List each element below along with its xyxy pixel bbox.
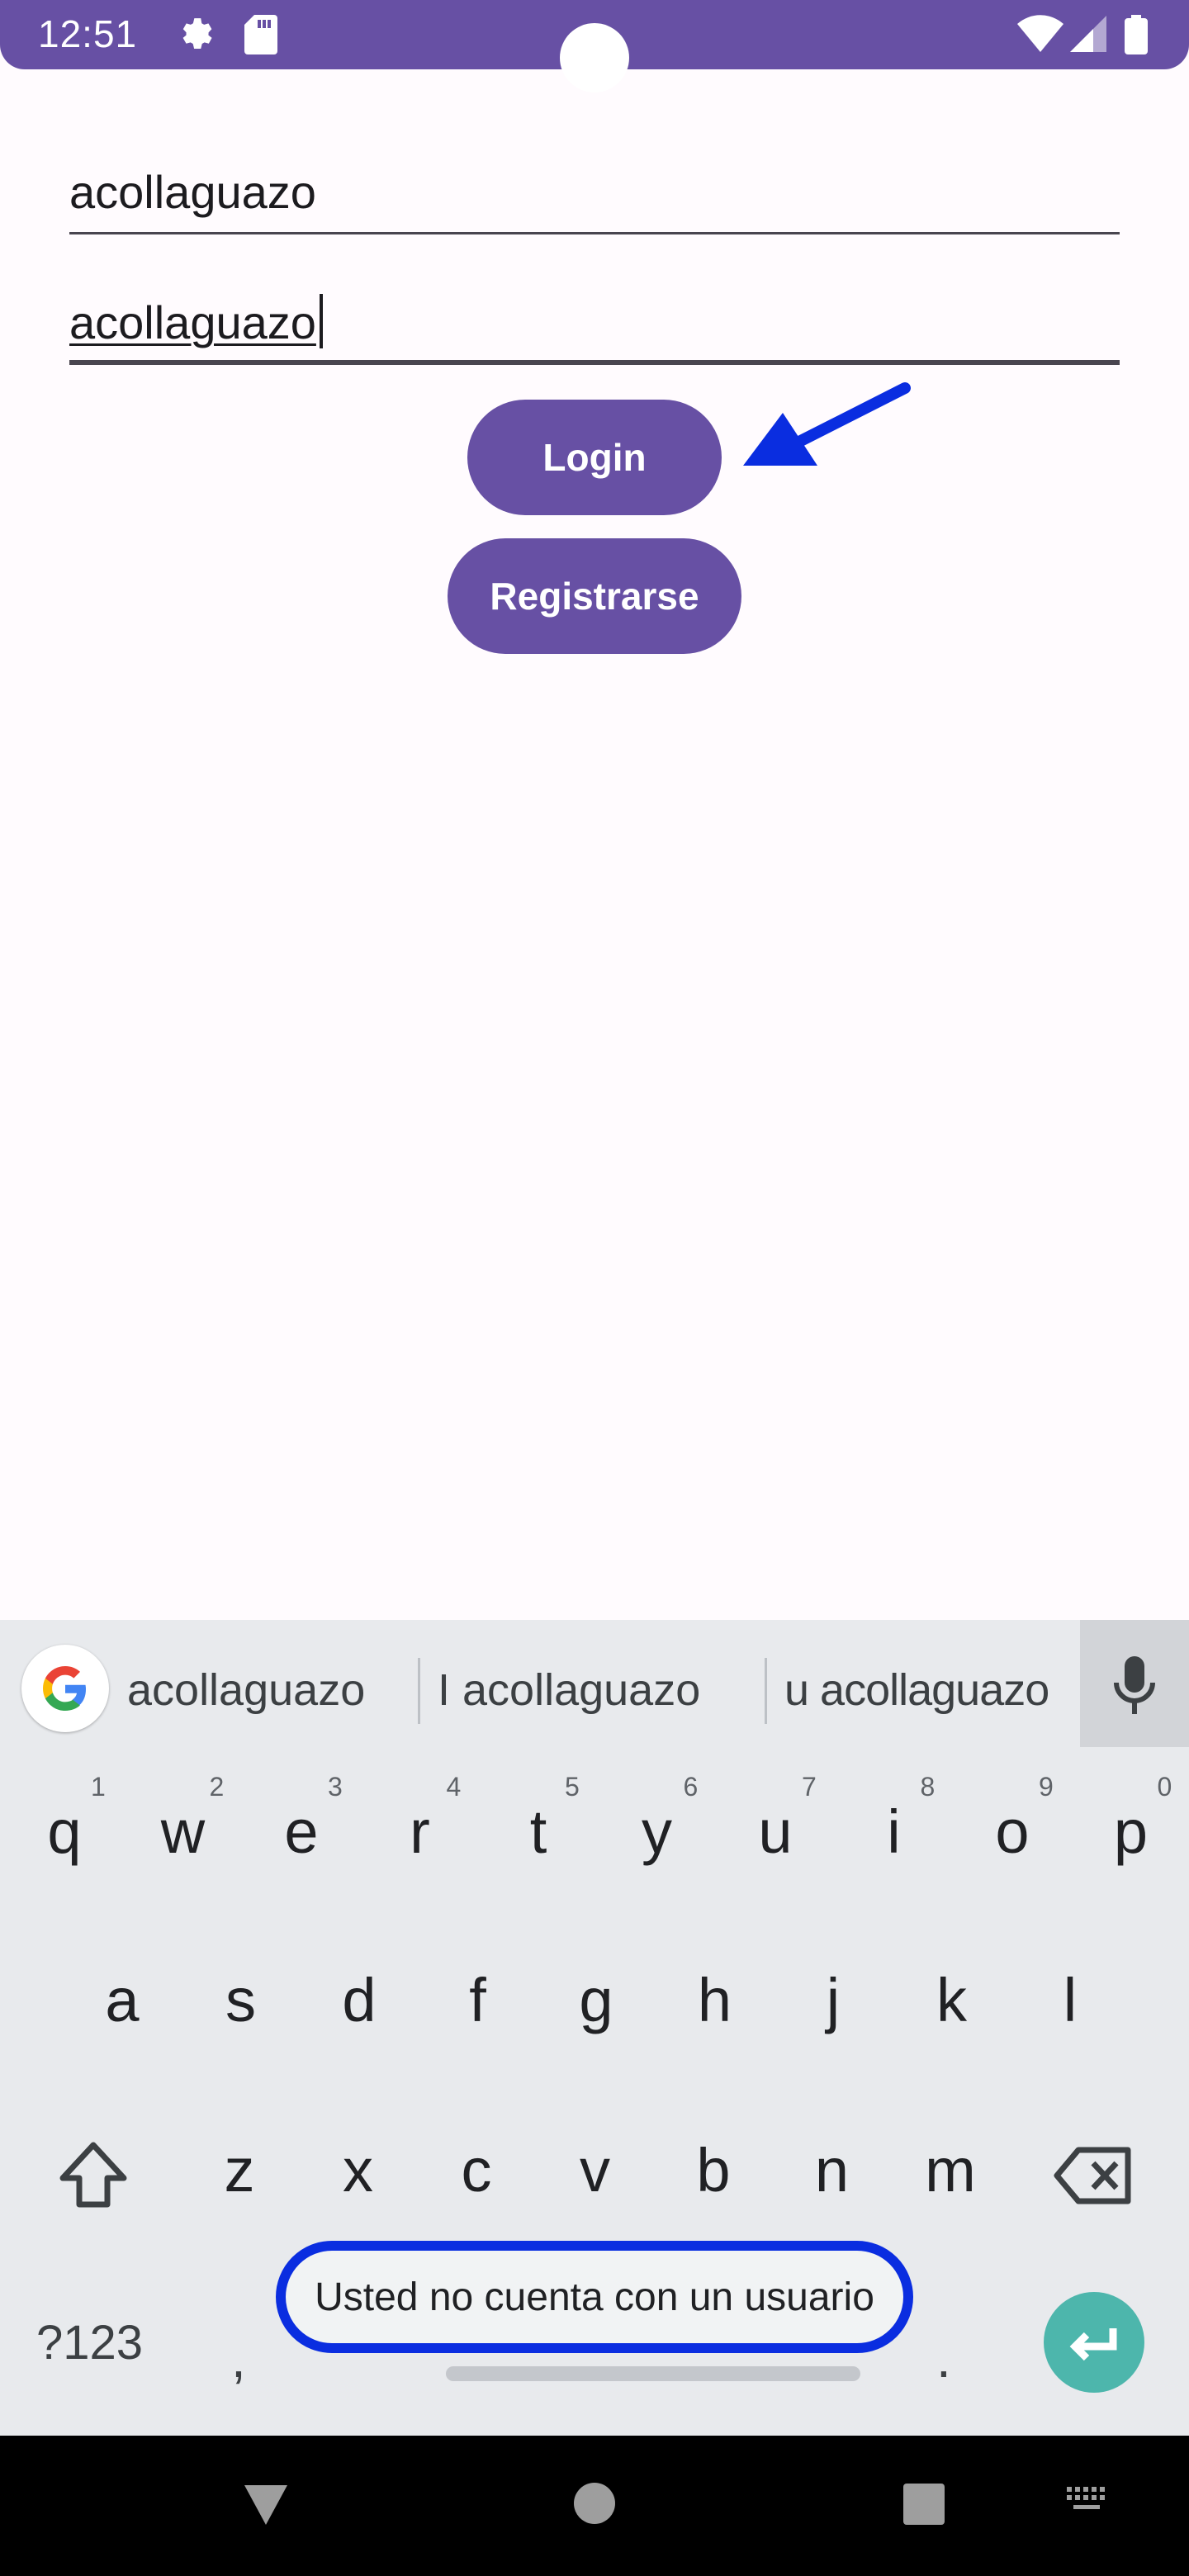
key-hint-e: 3 xyxy=(328,1772,343,1802)
key-l[interactable]: l xyxy=(1021,1965,1120,2035)
battery-icon xyxy=(1125,15,1148,59)
key-v[interactable]: v xyxy=(546,2135,645,2205)
key-m[interactable]: m xyxy=(901,2135,1000,2205)
period-key[interactable]: . xyxy=(936,2328,951,2389)
key-i[interactable]: i xyxy=(845,1797,944,1867)
space-bar[interactable] xyxy=(446,2366,860,2381)
suggestion-1[interactable]: acollaguazo xyxy=(127,1664,365,1716)
key-q[interactable]: q xyxy=(15,1797,114,1867)
key-u[interactable]: u xyxy=(726,1797,825,1867)
key-hint-y: 6 xyxy=(683,1772,699,1802)
register-button[interactable]: Registrarse xyxy=(448,538,741,654)
key-j[interactable]: j xyxy=(784,1965,883,2035)
back-icon[interactable] xyxy=(241,2482,291,2528)
settings-icon xyxy=(175,15,216,60)
key-g[interactable]: g xyxy=(547,1965,646,2035)
key-z[interactable]: z xyxy=(190,2135,289,2205)
key-c[interactable]: c xyxy=(427,2135,526,2205)
username-underline xyxy=(69,232,1120,234)
key-hint-t: 5 xyxy=(565,1772,580,1802)
password-field[interactable]: acollaguazo xyxy=(69,286,1120,365)
key-s[interactable]: s xyxy=(192,1965,291,2035)
key-a[interactable]: a xyxy=(73,1965,172,2035)
key-r[interactable]: r xyxy=(371,1797,470,1867)
key-hint-i: 8 xyxy=(920,1772,936,1802)
backspace-icon xyxy=(1054,2147,1131,2204)
symbols-key[interactable]: ?123 xyxy=(36,2315,143,2370)
recents-icon[interactable] xyxy=(903,2484,945,2525)
key-hint-w: 2 xyxy=(209,1772,225,1802)
key-w[interactable]: w xyxy=(134,1797,233,1867)
password-value: acollaguazo xyxy=(69,296,316,348)
key-b[interactable]: b xyxy=(664,2135,763,2205)
suggestion-2[interactable]: I acollaguazo xyxy=(438,1664,700,1716)
key-hint-u: 7 xyxy=(802,1772,817,1802)
key-p[interactable]: p xyxy=(1082,1797,1181,1867)
enter-key[interactable] xyxy=(1044,2292,1144,2393)
suggestion-strip: acollaguazo I acollaguazo u acollaguazo xyxy=(0,1620,1189,1749)
key-hint-q: 1 xyxy=(91,1772,106,1802)
password-underline xyxy=(69,360,1120,365)
key-x[interactable]: x xyxy=(309,2135,408,2205)
comma-key[interactable]: , xyxy=(231,2328,246,2389)
keyboard-switch-icon[interactable] xyxy=(1065,2485,1111,2518)
voice-input-button[interactable] xyxy=(1080,1620,1189,1747)
key-n[interactable]: n xyxy=(783,2135,882,2205)
key-f[interactable]: f xyxy=(429,1965,528,2035)
key-hint-p: 0 xyxy=(1157,1772,1172,1802)
key-e[interactable]: e xyxy=(252,1797,351,1867)
shift-key[interactable] xyxy=(58,2142,129,2219)
shift-arrow-icon xyxy=(59,2142,127,2208)
username-field[interactable]: acollaguazo xyxy=(69,157,1120,234)
text-cursor xyxy=(319,294,323,348)
home-icon[interactable] xyxy=(573,2482,616,2525)
enter-arrow-icon xyxy=(1069,2328,1117,2361)
camera-cutout xyxy=(560,23,629,92)
signal-icon xyxy=(1070,15,1106,57)
suggestion-divider xyxy=(765,1658,767,1724)
toast-text: Usted no cuenta con un usuario xyxy=(315,2275,874,2319)
login-button[interactable]: Login xyxy=(467,400,722,515)
microphone-icon xyxy=(1114,1656,1155,1714)
suggestion-3[interactable]: u acollaguazo xyxy=(784,1664,1049,1716)
key-o[interactable]: o xyxy=(963,1797,1062,1867)
google-logo-icon[interactable] xyxy=(21,1645,109,1732)
username-value: acollaguazo xyxy=(69,166,316,218)
sd-card-icon xyxy=(244,15,277,59)
navigation-bar xyxy=(0,2436,1189,2576)
key-d[interactable]: d xyxy=(310,1965,409,2035)
wifi-icon xyxy=(1017,15,1063,57)
toast-message: Usted no cuenta con un usuario xyxy=(276,2241,913,2353)
key-hint-o: 9 xyxy=(1039,1772,1054,1802)
key-hint-r: 4 xyxy=(446,1772,462,1802)
backspace-key[interactable] xyxy=(1054,2147,1133,2216)
annotation-arrow-icon xyxy=(743,382,911,466)
suggestion-divider xyxy=(418,1658,420,1724)
key-y[interactable]: y xyxy=(608,1797,707,1867)
key-h[interactable]: h xyxy=(666,1965,765,2035)
key-t[interactable]: t xyxy=(489,1797,588,1867)
status-time: 12:51 xyxy=(38,12,138,55)
status-bar: 12:51 xyxy=(0,0,1189,92)
key-k[interactable]: k xyxy=(902,1965,1002,2035)
